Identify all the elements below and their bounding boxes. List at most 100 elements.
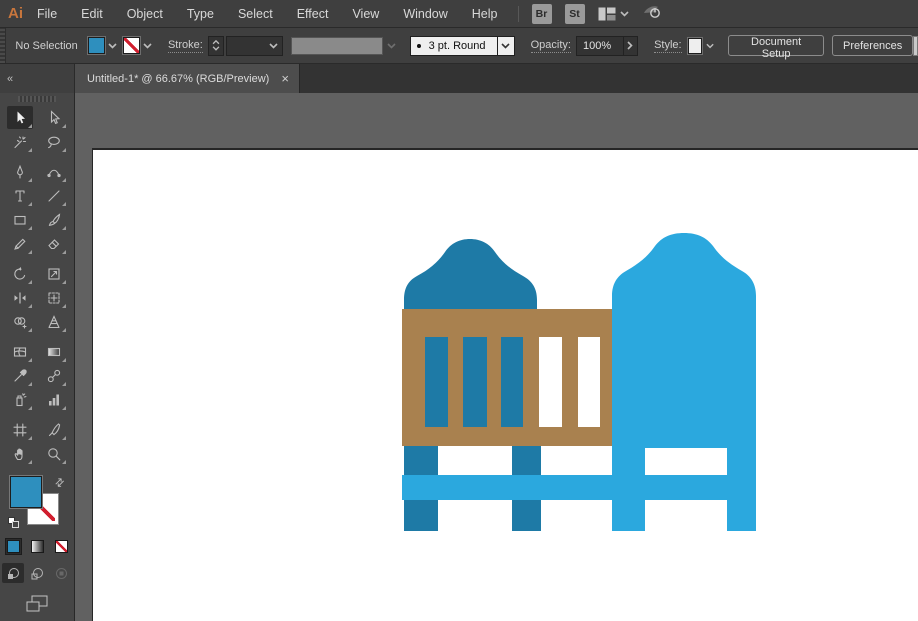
tool-selection[interactable] xyxy=(7,106,33,129)
gradient-button[interactable] xyxy=(28,538,46,555)
stock-button[interactable]: St xyxy=(564,3,585,24)
perspective-grid-icon xyxy=(48,314,60,328)
shape-builder-icon xyxy=(14,316,27,329)
none-button[interactable] xyxy=(52,538,70,555)
default-fill-stroke-icon[interactable] xyxy=(8,517,19,528)
brush-definition-value[interactable]: 3 pt. Round xyxy=(409,35,498,56)
tool-column-graph[interactable] xyxy=(41,388,67,411)
tool-direct-selection[interactable] xyxy=(41,106,67,129)
tool-blend[interactable] xyxy=(41,364,67,387)
tool-type[interactable] xyxy=(7,184,33,207)
stroke-weight-stepper[interactable] xyxy=(207,35,225,56)
tool-curvature[interactable] xyxy=(41,160,67,183)
menu-type[interactable]: Type xyxy=(187,7,214,21)
tool-mesh[interactable] xyxy=(7,340,33,363)
document-setup-button[interactable]: Document Setup xyxy=(728,35,824,60)
chevron-down-icon[interactable] xyxy=(143,42,152,49)
color-button[interactable] xyxy=(4,538,22,555)
stroke-weight-label[interactable]: Stroke: xyxy=(167,39,203,53)
menu-object[interactable]: Object xyxy=(127,7,163,21)
tool-paintbrush[interactable] xyxy=(41,208,67,231)
tool-eyedropper[interactable] xyxy=(7,364,33,387)
close-tab-icon[interactable]: × xyxy=(281,72,289,85)
pencil-icon xyxy=(14,238,26,250)
draw-inside-button[interactable] xyxy=(50,563,72,583)
tool-zoom[interactable] xyxy=(41,442,67,465)
opacity-label[interactable]: Opacity: xyxy=(530,39,571,53)
chevron-down-icon[interactable] xyxy=(108,42,117,49)
brush-dropdown-button[interactable] xyxy=(497,35,515,56)
workspace-switcher[interactable] xyxy=(598,7,629,21)
preferences-button[interactable]: Preferences xyxy=(831,35,914,56)
width-profile-preview xyxy=(290,36,383,55)
fill-indicator[interactable] xyxy=(10,476,42,508)
draw-behind-button[interactable] xyxy=(26,563,48,583)
tool-perspective-grid[interactable] xyxy=(41,310,67,333)
tools-panel-grip[interactable] xyxy=(18,96,56,102)
crib-base-bar[interactable] xyxy=(402,475,756,500)
menu-select[interactable]: Select xyxy=(238,7,273,21)
menu-effect[interactable]: Effect xyxy=(297,7,329,21)
tool-pen[interactable] xyxy=(7,160,33,183)
stroke-color-swatch[interactable] xyxy=(122,37,140,54)
tab-bar: « Untitled-1* @ 66.67% (RGB/Preview) × xyxy=(0,64,918,93)
canvas-area[interactable] xyxy=(75,93,918,621)
tool-shape-builder[interactable] xyxy=(7,310,33,333)
style-swatch[interactable] xyxy=(687,37,703,54)
control-bar-edge xyxy=(913,35,918,56)
menu-window[interactable]: Window xyxy=(403,7,447,21)
chevron-up-icon[interactable] xyxy=(212,40,220,45)
tool-lasso[interactable] xyxy=(41,130,67,153)
draw-normal-button[interactable] xyxy=(2,563,24,583)
style-label[interactable]: Style: xyxy=(654,39,682,53)
tool-slice[interactable] xyxy=(41,418,67,441)
color-swatch-icon xyxy=(6,540,20,553)
opacity-options-button[interactable] xyxy=(623,35,639,56)
lasso-icon xyxy=(48,136,60,148)
document-tab[interactable]: Untitled-1* @ 66.67% (RGB/Preview) × xyxy=(75,64,300,93)
column-graph-icon xyxy=(49,394,59,405)
opacity-input[interactable]: 100% xyxy=(575,35,624,56)
tools-panel-header[interactable]: « xyxy=(0,64,75,93)
fill-color-control[interactable] xyxy=(87,37,117,54)
tool-rectangle[interactable] xyxy=(7,208,33,231)
tool-scale[interactable] xyxy=(41,262,67,285)
tool-gradient[interactable] xyxy=(41,340,67,363)
tool-pencil[interactable] xyxy=(7,232,33,255)
screen-mode-icon xyxy=(26,595,48,612)
control-panel-grip[interactable] xyxy=(0,28,7,63)
tool-rotate[interactable] xyxy=(7,262,33,285)
tool-line-segment[interactable] xyxy=(41,184,67,207)
menu-file[interactable]: File xyxy=(37,7,57,21)
collapse-panel-icon[interactable]: « xyxy=(7,73,13,85)
bridge-button[interactable]: Br xyxy=(531,3,552,24)
brush-definition-select[interactable]: 3 pt. Round xyxy=(409,35,515,56)
stroke-color-control[interactable] xyxy=(122,37,152,54)
tool-hand[interactable] xyxy=(7,442,33,465)
tool-eraser[interactable] xyxy=(41,232,67,255)
tool-symbol-sprayer[interactable] xyxy=(7,388,33,411)
scale-icon xyxy=(48,267,60,280)
power-icon[interactable] xyxy=(642,3,662,24)
draw-behind-icon xyxy=(31,567,43,579)
stroke-weight-select[interactable] xyxy=(226,35,283,56)
chevron-down-icon[interactable] xyxy=(269,42,278,49)
chevron-down-icon[interactable] xyxy=(212,46,220,51)
tool-artboard[interactable] xyxy=(7,418,33,441)
slice-icon xyxy=(48,422,61,436)
crib-artwork[interactable] xyxy=(400,228,760,538)
menu-edit[interactable]: Edit xyxy=(81,7,103,21)
variable-width-profile-select xyxy=(290,36,396,55)
chevron-down-icon[interactable] xyxy=(706,43,714,49)
screen-mode-row xyxy=(26,595,48,618)
tool-width[interactable] xyxy=(7,286,33,309)
swap-fill-stroke-icon[interactable]: ⇄ xyxy=(52,475,67,490)
fill-color-swatch[interactable] xyxy=(87,37,105,54)
menu-view[interactable]: View xyxy=(352,7,379,21)
screen-mode-button[interactable] xyxy=(26,595,48,616)
crib-right-headboard[interactable] xyxy=(612,233,756,448)
menu-help[interactable]: Help xyxy=(472,7,498,21)
tool-magic-wand[interactable] xyxy=(7,130,33,153)
paintbrush-icon xyxy=(48,212,61,226)
tool-free-transform[interactable] xyxy=(41,286,67,309)
